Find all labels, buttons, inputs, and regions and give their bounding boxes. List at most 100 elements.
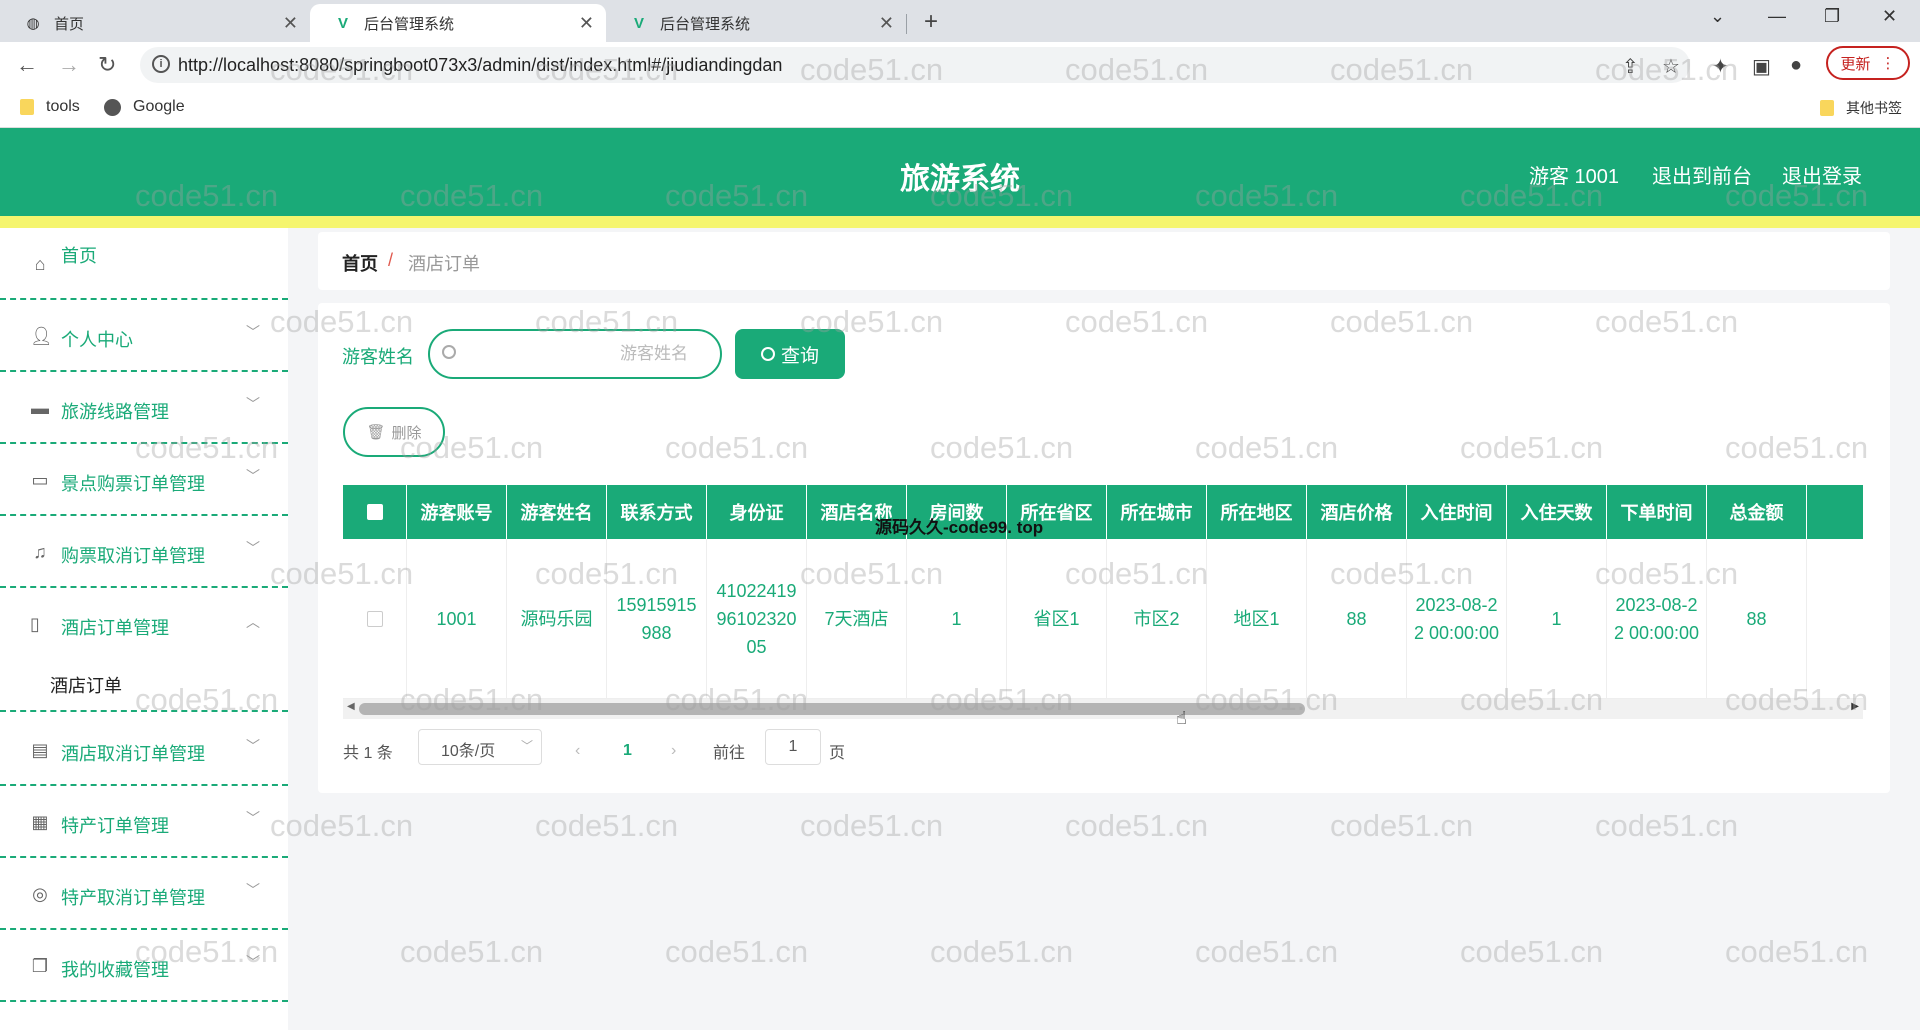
- column-header[interactable]: 身份证: [707, 485, 807, 539]
- close-icon[interactable]: ✕: [579, 13, 594, 34]
- column-header[interactable]: 入住时间: [1407, 485, 1507, 539]
- scroll-right-icon[interactable]: ▶: [1851, 701, 1859, 712]
- chevron-down-icon: ﹀: [246, 954, 260, 970]
- share-icon[interactable]: ⇪: [1622, 54, 1639, 79]
- table-cell: 市区2: [1107, 539, 1207, 699]
- column-header[interactable]: 所在地区: [1207, 485, 1307, 539]
- table-cell: 1: [1507, 539, 1607, 699]
- sidebar-item-label: 首页: [61, 246, 97, 266]
- star-icon[interactable]: ☆: [1662, 54, 1680, 79]
- row-checkbox[interactable]: [366, 611, 383, 627]
- scroll-left-icon[interactable]: ◀: [347, 701, 355, 712]
- sidebar-item-hotel-cancel[interactable]: ▤ 酒店取消订单管理 ﹀: [0, 714, 288, 786]
- table-cell: 1: [907, 539, 1007, 699]
- trash-icon: 🗑︎: [366, 424, 386, 441]
- chevron-down-icon: ﹀: [246, 540, 260, 556]
- sidebar-item-hotel-orders[interactable]: ▯ 酒店订单管理 ︿: [0, 588, 288, 660]
- search-field[interactable]: [428, 329, 722, 379]
- watermark: code51.cn: [1330, 808, 1474, 843]
- back-icon[interactable]: ←: [16, 52, 38, 78]
- search-input[interactable]: [466, 341, 706, 367]
- breadcrumb-home[interactable]: 首页: [342, 250, 378, 276]
- folder-icon: [20, 99, 34, 115]
- new-tab-icon[interactable]: +: [924, 8, 938, 36]
- sidebar-item-ticket-cancel[interactable]: ♫ 购票取消订单管理 ﹀: [0, 516, 288, 588]
- delete-button[interactable]: 🗑︎ 删除: [343, 407, 445, 457]
- horizontal-scrollbar[interactable]: ◀ ▶: [343, 699, 1863, 719]
- column-header[interactable]: 入住天数: [1507, 485, 1607, 539]
- chevron-down-icon: ﹀: [246, 810, 260, 826]
- column-header[interactable]: 酒店价格: [1307, 485, 1407, 539]
- column-header[interactable]: 所在城市: [1107, 485, 1207, 539]
- user-icon: 👤︎: [30, 326, 53, 346]
- to-frontend-link[interactable]: 退出到前台: [1652, 160, 1752, 189]
- globe-icon: ◎: [32, 884, 48, 904]
- app-header: 旅游系统 游客 1001 退出到前台 退出登录: [0, 128, 1920, 216]
- watermark: code51.cn: [930, 934, 1074, 969]
- sidebar-item-home[interactable]: ⌂ 首页: [0, 228, 288, 300]
- query-button[interactable]: 查询: [735, 329, 845, 379]
- submenu-item-hotel-order[interactable]: 酒店订单: [0, 654, 288, 712]
- sidebar-item-label: 景点购票订单管理: [61, 474, 205, 494]
- column-header[interactable]: 游客姓名: [507, 485, 607, 539]
- sidebar-item-specialty-orders[interactable]: ▦ 特产订单管理 ﹀: [0, 786, 288, 858]
- table-cell: 1001: [407, 539, 507, 699]
- forward-icon[interactable]: →: [58, 52, 80, 78]
- table-cell-extra: [1807, 539, 1863, 699]
- column-header[interactable]: 游客账号: [407, 485, 507, 539]
- browser-tab-home[interactable]: ◍ 首页 ✕: [0, 4, 310, 42]
- close-icon[interactable]: ✕: [879, 13, 894, 34]
- scrollbar-thumb[interactable]: [359, 703, 1305, 715]
- extensions-icon[interactable]: ✦: [1712, 54, 1729, 79]
- sidebar-item-profile[interactable]: 👤︎ 个人中心 ﹀: [0, 300, 288, 372]
- column-header[interactable]: 下单时间: [1607, 485, 1707, 539]
- table-cell: 源码乐园: [507, 539, 607, 699]
- sidebar-item-routes[interactable]: ▬ 旅游线路管理 ﹀: [0, 372, 288, 444]
- restore-icon[interactable]: ❐: [1824, 6, 1840, 27]
- browser-tab-admin[interactable]: V 后台管理系统 ✕: [606, 4, 906, 42]
- bookmark-other[interactable]: 其他书签: [1820, 98, 1902, 118]
- bookmark-label: tools: [46, 98, 80, 115]
- watermark: code51.cn: [535, 808, 679, 843]
- sidebar-item-label: 购票取消订单管理: [61, 546, 205, 566]
- goto-page-input[interactable]: [765, 729, 821, 765]
- bookmark-tools[interactable]: tools: [20, 98, 80, 116]
- tab-label: 首页: [54, 15, 85, 33]
- chevron-down-icon[interactable]: ⌄: [1710, 6, 1725, 27]
- briefcase-icon: ▬: [31, 398, 49, 418]
- close-icon[interactable]: ✕: [283, 13, 298, 34]
- chevron-down-icon: ﹀: [246, 738, 260, 754]
- watermark: code51.cn: [1195, 934, 1339, 969]
- submenu-item-label: 酒店订单: [50, 676, 122, 696]
- page-number-current[interactable]: 1: [623, 742, 632, 760]
- sidepanel-icon[interactable]: ▣: [1752, 54, 1771, 79]
- sidebar-item-favorites[interactable]: ❐ 我的收藏管理 ﹀: [0, 930, 288, 1002]
- select-all-checkbox[interactable]: [366, 504, 383, 520]
- address-bar: ← → ↻ i http://localhost:8080/springboot…: [0, 42, 1920, 88]
- url-field[interactable]: i http://localhost:8080/springboot073x3/…: [140, 47, 1690, 83]
- overlay-watermark-text: 源码久久-code99. top: [875, 518, 1044, 537]
- info-icon[interactable]: i: [152, 55, 170, 73]
- reload-icon[interactable]: ↻: [98, 52, 116, 78]
- profile-icon[interactable]: ●: [1790, 54, 1802, 77]
- column-header[interactable]: 总金额: [1707, 485, 1807, 539]
- update-label: 更新: [1840, 55, 1871, 73]
- logout-link[interactable]: 退出登录: [1782, 160, 1862, 189]
- search-label: 游客姓名: [342, 347, 414, 367]
- minimize-icon[interactable]: —: [1768, 6, 1786, 27]
- chevron-up-icon: ︿: [246, 614, 260, 630]
- window-close-icon[interactable]: ✕: [1882, 6, 1897, 27]
- sidebar-item-label: 酒店订单管理: [61, 618, 169, 638]
- column-header[interactable]: 联系方式: [607, 485, 707, 539]
- bookmark-google[interactable]: Google: [104, 98, 185, 116]
- sidebar-item-specialty-cancel[interactable]: ◎ 特产取消订单管理 ﹀: [0, 858, 288, 930]
- breadcrumb-current: 酒店订单: [408, 254, 480, 274]
- browser-tab-admin-active[interactable]: V 后台管理系统 ✕: [310, 4, 606, 42]
- next-page-icon[interactable]: ›: [671, 742, 676, 760]
- prev-page-icon[interactable]: ‹: [575, 742, 580, 760]
- update-button[interactable]: 更新 ⋮: [1826, 46, 1910, 80]
- sidebar-item-ticket-orders[interactable]: ▭ 景点购票订单管理 ﹀: [0, 444, 288, 516]
- chevron-down-icon: ﹀: [246, 324, 260, 340]
- bell-off-icon: ♫: [33, 542, 47, 562]
- page-size-select[interactable]: 10条/页 ﹀: [418, 729, 542, 765]
